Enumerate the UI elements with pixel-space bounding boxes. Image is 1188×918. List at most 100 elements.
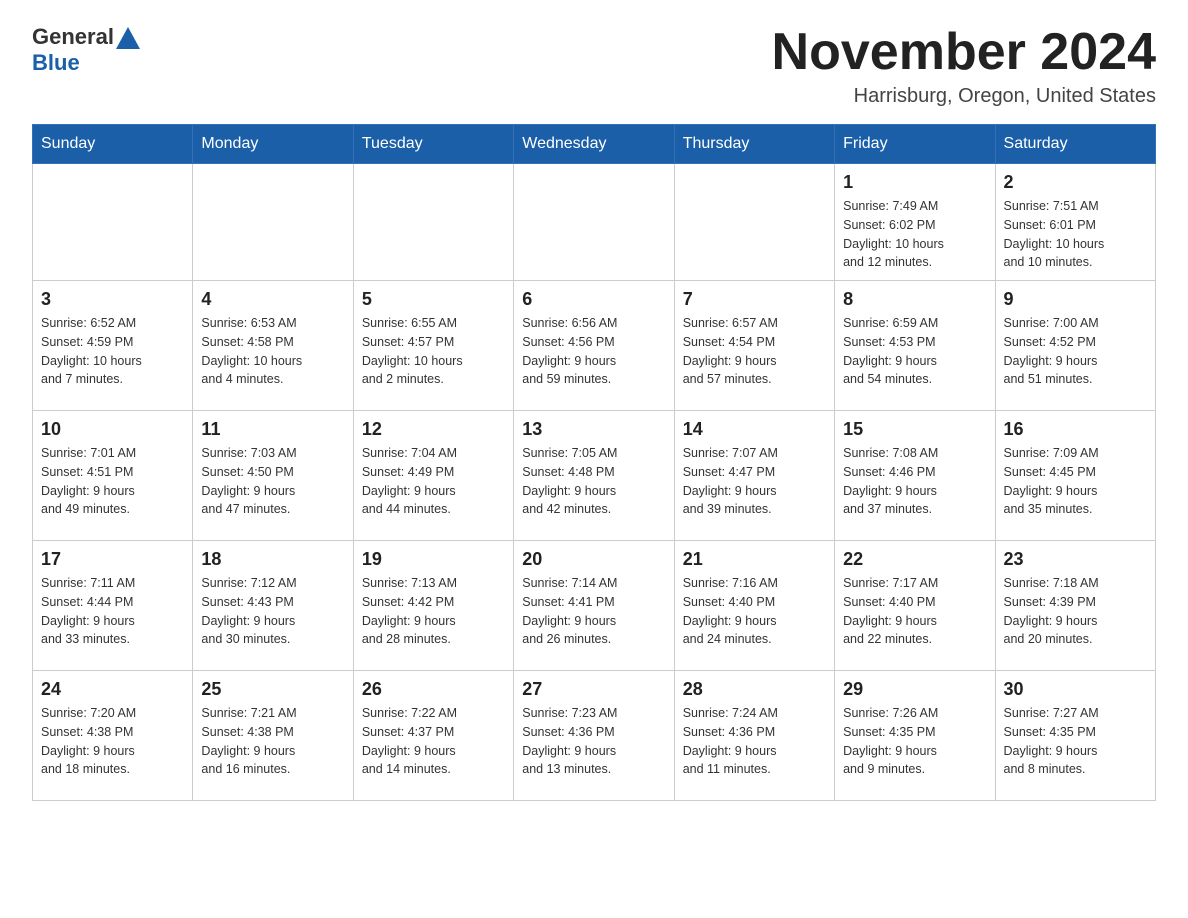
day-info: Sunrise: 7:16 AMSunset: 4:40 PMDaylight:… xyxy=(683,574,826,649)
day-info: Sunrise: 7:12 AMSunset: 4:43 PMDaylight:… xyxy=(201,574,344,649)
weekday-header-wednesday: Wednesday xyxy=(514,125,674,164)
day-info: Sunrise: 7:51 AMSunset: 6:01 PMDaylight:… xyxy=(1004,197,1147,272)
calendar-cell: 24 Sunrise: 7:20 AMSunset: 4:38 PMDayligh… xyxy=(33,671,193,801)
day-info: Sunrise: 6:57 AMSunset: 4:54 PMDaylight:… xyxy=(683,314,826,389)
day-number: 8 xyxy=(843,289,986,310)
logo-general-text: General xyxy=(32,24,114,50)
calendar-title: November 2024 xyxy=(772,24,1156,81)
calendar-cell: 15 Sunrise: 7:08 AMSunset: 4:46 PMDayligh… xyxy=(835,411,995,541)
weekday-header-tuesday: Tuesday xyxy=(353,125,513,164)
day-number: 7 xyxy=(683,289,826,310)
day-number: 14 xyxy=(683,419,826,440)
day-info: Sunrise: 7:14 AMSunset: 4:41 PMDaylight:… xyxy=(522,574,665,649)
day-number: 17 xyxy=(41,549,184,570)
calendar-cell: 13 Sunrise: 7:05 AMSunset: 4:48 PMDayligh… xyxy=(514,411,674,541)
day-info: Sunrise: 7:05 AMSunset: 4:48 PMDaylight:… xyxy=(522,444,665,519)
calendar-cell: 29 Sunrise: 7:26 AMSunset: 4:35 PMDayligh… xyxy=(835,671,995,801)
day-number: 18 xyxy=(201,549,344,570)
day-info: Sunrise: 7:11 AMSunset: 4:44 PMDaylight:… xyxy=(41,574,184,649)
calendar-cell: 27 Sunrise: 7:23 AMSunset: 4:36 PMDayligh… xyxy=(514,671,674,801)
calendar-cell: 2 Sunrise: 7:51 AMSunset: 6:01 PMDaylight… xyxy=(995,164,1155,281)
calendar-cell xyxy=(353,164,513,281)
calendar-cell: 14 Sunrise: 7:07 AMSunset: 4:47 PMDayligh… xyxy=(674,411,834,541)
day-info: Sunrise: 6:53 AMSunset: 4:58 PMDaylight:… xyxy=(201,314,344,389)
calendar-cell: 23Sunrise: 7:18 AMSunset: 4:39 PMDayligh… xyxy=(995,541,1155,671)
logo-blue-text: Blue xyxy=(32,50,80,76)
day-number: 30 xyxy=(1004,679,1147,700)
day-info: Sunrise: 7:08 AMSunset: 4:46 PMDaylight:… xyxy=(843,444,986,519)
day-number: 2 xyxy=(1004,172,1147,193)
day-number: 27 xyxy=(522,679,665,700)
calendar-table: SundayMondayTuesdayWednesdayThursdayFrid… xyxy=(32,124,1156,801)
day-info: Sunrise: 7:21 AMSunset: 4:38 PMDaylight:… xyxy=(201,704,344,779)
day-info: Sunrise: 7:27 AMSunset: 4:35 PMDaylight:… xyxy=(1004,704,1147,779)
logo-triangle-icon xyxy=(116,27,140,49)
calendar-cell: 8 Sunrise: 6:59 AMSunset: 4:53 PMDaylight… xyxy=(835,281,995,411)
weekday-header-thursday: Thursday xyxy=(674,125,834,164)
header: General Blue November 2024 Harrisburg, O… xyxy=(32,24,1156,108)
calendar-cell xyxy=(33,164,193,281)
calendar-cell: 1 Sunrise: 7:49 AMSunset: 6:02 PMDaylight… xyxy=(835,164,995,281)
calendar-cell: 6Sunrise: 6:56 AMSunset: 4:56 PMDaylight… xyxy=(514,281,674,411)
day-number: 10 xyxy=(41,419,184,440)
calendar-cell: 17 Sunrise: 7:11 AMSunset: 4:44 PMDayligh… xyxy=(33,541,193,671)
day-number: 29 xyxy=(843,679,986,700)
calendar-cell xyxy=(193,164,353,281)
calendar-cell: 16 Sunrise: 7:09 AMSunset: 4:45 PMDayligh… xyxy=(995,411,1155,541)
day-number: 21 xyxy=(683,549,826,570)
calendar-cell: 7 Sunrise: 6:57 AMSunset: 4:54 PMDaylight… xyxy=(674,281,834,411)
day-info: Sunrise: 6:52 AMSunset: 4:59 PMDaylight:… xyxy=(41,314,184,389)
calendar-week-row: 1 Sunrise: 7:49 AMSunset: 6:02 PMDaylight… xyxy=(33,164,1156,281)
calendar-week-row: 3Sunrise: 6:52 AMSunset: 4:59 PMDaylight… xyxy=(33,281,1156,411)
day-info: Sunrise: 7:00 AMSunset: 4:52 PMDaylight:… xyxy=(1004,314,1147,389)
calendar-cell: 5 Sunrise: 6:55 AMSunset: 4:57 PMDaylight… xyxy=(353,281,513,411)
day-number: 19 xyxy=(362,549,505,570)
calendar-cell: 9Sunrise: 7:00 AMSunset: 4:52 PMDaylight… xyxy=(995,281,1155,411)
calendar-cell: 21 Sunrise: 7:16 AMSunset: 4:40 PMDayligh… xyxy=(674,541,834,671)
calendar-cell xyxy=(674,164,834,281)
day-info: Sunrise: 7:49 AMSunset: 6:02 PMDaylight:… xyxy=(843,197,986,272)
day-number: 28 xyxy=(683,679,826,700)
day-number: 4 xyxy=(201,289,344,310)
day-info: Sunrise: 7:17 AMSunset: 4:40 PMDaylight:… xyxy=(843,574,986,649)
weekday-header-monday: Monday xyxy=(193,125,353,164)
day-info: Sunrise: 7:04 AMSunset: 4:49 PMDaylight:… xyxy=(362,444,505,519)
calendar-cell: 25Sunrise: 7:21 AMSunset: 4:38 PMDayligh… xyxy=(193,671,353,801)
day-info: Sunrise: 6:55 AMSunset: 4:57 PMDaylight:… xyxy=(362,314,505,389)
calendar-cell: 18 Sunrise: 7:12 AMSunset: 4:43 PMDayligh… xyxy=(193,541,353,671)
calendar-cell: 26 Sunrise: 7:22 AMSunset: 4:37 PMDayligh… xyxy=(353,671,513,801)
logo: General Blue xyxy=(32,24,142,76)
calendar-week-row: 24 Sunrise: 7:20 AMSunset: 4:38 PMDayligh… xyxy=(33,671,1156,801)
day-info: Sunrise: 7:23 AMSunset: 4:36 PMDaylight:… xyxy=(522,704,665,779)
day-info: Sunrise: 6:59 AMSunset: 4:53 PMDaylight:… xyxy=(843,314,986,389)
day-number: 15 xyxy=(843,419,986,440)
day-number: 16 xyxy=(1004,419,1147,440)
calendar-cell: 3Sunrise: 6:52 AMSunset: 4:59 PMDaylight… xyxy=(33,281,193,411)
day-info: Sunrise: 7:09 AMSunset: 4:45 PMDaylight:… xyxy=(1004,444,1147,519)
day-info: Sunrise: 7:22 AMSunset: 4:37 PMDaylight:… xyxy=(362,704,505,779)
day-info: Sunrise: 7:24 AMSunset: 4:36 PMDaylight:… xyxy=(683,704,826,779)
calendar-week-row: 17 Sunrise: 7:11 AMSunset: 4:44 PMDayligh… xyxy=(33,541,1156,671)
weekday-header-sunday: Sunday xyxy=(33,125,193,164)
day-info: Sunrise: 7:18 AMSunset: 4:39 PMDaylight:… xyxy=(1004,574,1147,649)
day-number: 13 xyxy=(522,419,665,440)
day-number: 1 xyxy=(843,172,986,193)
calendar-cell: 19Sunrise: 7:13 AMSunset: 4:42 PMDayligh… xyxy=(353,541,513,671)
day-info: Sunrise: 7:20 AMSunset: 4:38 PMDaylight:… xyxy=(41,704,184,779)
day-info: Sunrise: 7:07 AMSunset: 4:47 PMDaylight:… xyxy=(683,444,826,519)
day-number: 5 xyxy=(362,289,505,310)
day-number: 24 xyxy=(41,679,184,700)
calendar-cell: 28 Sunrise: 7:24 AMSunset: 4:36 PMDayligh… xyxy=(674,671,834,801)
title-area: November 2024 Harrisburg, Oregon, United… xyxy=(772,24,1156,108)
day-number: 26 xyxy=(362,679,505,700)
day-info: Sunrise: 7:26 AMSunset: 4:35 PMDaylight:… xyxy=(843,704,986,779)
day-number: 12 xyxy=(362,419,505,440)
weekday-header-row: SundayMondayTuesdayWednesdayThursdayFrid… xyxy=(33,125,1156,164)
weekday-header-friday: Friday xyxy=(835,125,995,164)
calendar-cell: 10Sunrise: 7:01 AMSunset: 4:51 PMDayligh… xyxy=(33,411,193,541)
day-number: 6 xyxy=(522,289,665,310)
calendar-week-row: 10Sunrise: 7:01 AMSunset: 4:51 PMDayligh… xyxy=(33,411,1156,541)
calendar-subtitle: Harrisburg, Oregon, United States xyxy=(772,85,1156,108)
day-info: Sunrise: 7:03 AMSunset: 4:50 PMDaylight:… xyxy=(201,444,344,519)
calendar-cell: 20Sunrise: 7:14 AMSunset: 4:41 PMDayligh… xyxy=(514,541,674,671)
